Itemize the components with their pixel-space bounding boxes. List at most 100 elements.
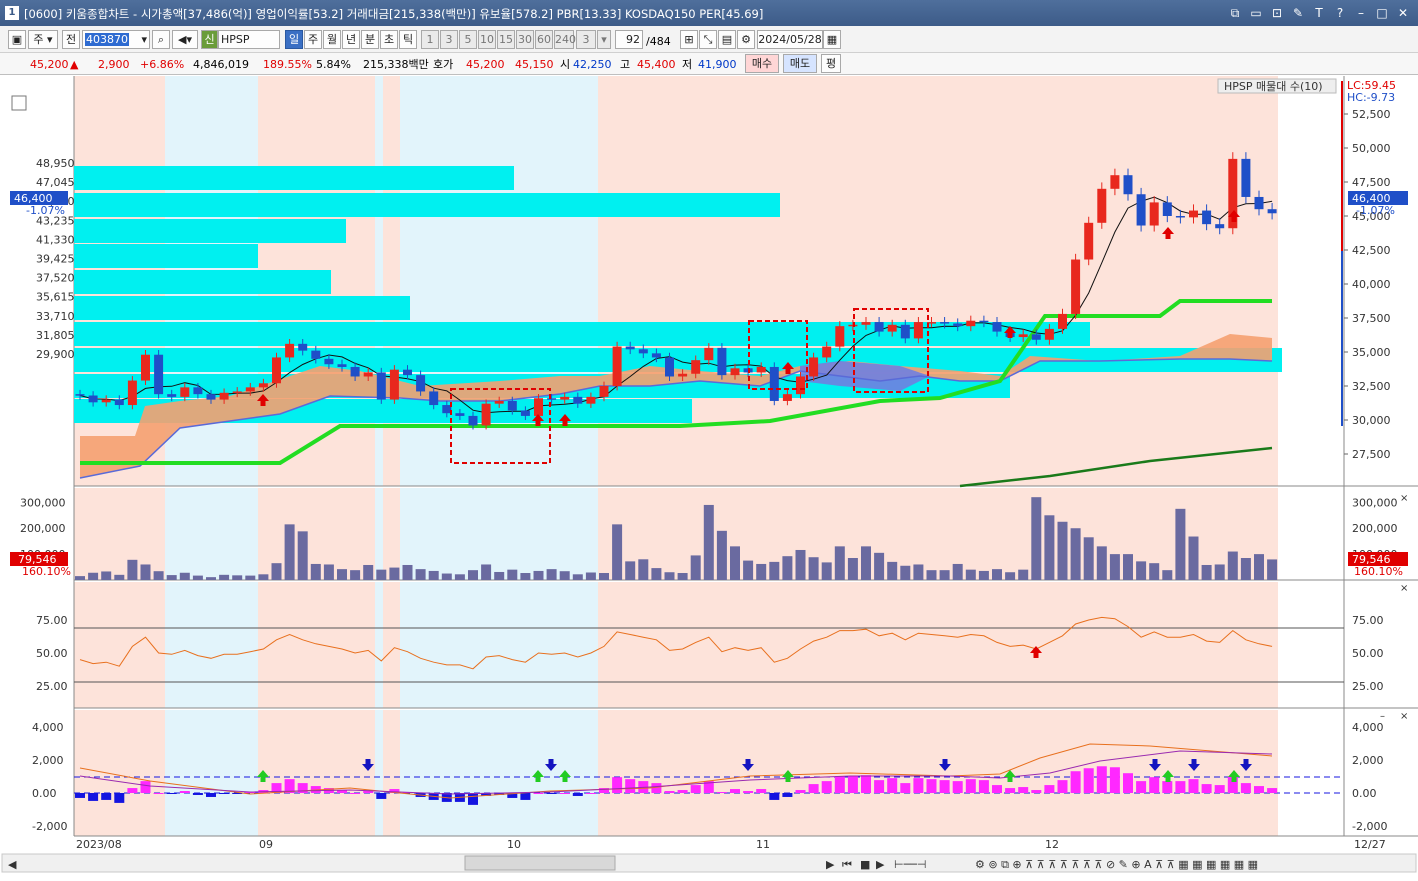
- volume-bar: [1044, 515, 1055, 580]
- volume-bar: [389, 567, 400, 580]
- buy-button[interactable]: 매수: [745, 54, 779, 73]
- tab-tick[interactable]: 틱: [399, 30, 417, 49]
- volume-label-left: 300,000: [20, 496, 66, 509]
- chart-svg[interactable]: 300,000300,000200,000200,000100,000100,0…: [0, 76, 1418, 878]
- volume-bar: [651, 568, 662, 580]
- interval-input[interactable]: 3: [576, 30, 596, 49]
- macd-histogram-bar: [1096, 766, 1107, 793]
- panel-blue-zone-a: [165, 488, 258, 580]
- panel-future-zone: [1278, 76, 1344, 486]
- volume-profile-band: [74, 166, 514, 190]
- font-icon[interactable]: T: [1310, 5, 1328, 21]
- open-price: 42,250: [573, 58, 612, 71]
- volume-bar: [323, 564, 334, 580]
- scroll-right-icon[interactable]: ▶: [826, 858, 835, 871]
- play-next-icon[interactable]: ▶: [876, 858, 885, 871]
- tab-week[interactable]: 주: [304, 30, 322, 49]
- interval-5[interactable]: 5: [459, 30, 477, 49]
- chart-area[interactable]: 300,000300,000200,000200,000100,000100,0…: [0, 76, 1418, 878]
- interval-10[interactable]: 10: [478, 30, 496, 49]
- volume-bar: [219, 574, 230, 580]
- candle-body: [796, 376, 805, 395]
- macd-histogram-bar: [350, 793, 361, 794]
- stop-icon[interactable]: ■: [860, 858, 870, 871]
- candle-body: [1215, 224, 1225, 229]
- candle-body: [376, 372, 386, 400]
- save-icon[interactable]: ▤: [718, 30, 736, 49]
- stock-name-field[interactable]: HPSP: [218, 30, 280, 49]
- high-price: 45,400: [637, 58, 676, 71]
- play-first-icon[interactable]: ⏮: [842, 858, 852, 871]
- panel-settings-icon: [11, 95, 27, 111]
- macd-histogram-bar: [1254, 786, 1264, 793]
- eval-button[interactable]: 평: [821, 54, 841, 73]
- scroll-left-icon[interactable]: ◀: [8, 858, 17, 871]
- interval-60[interactable]: 60: [535, 30, 553, 49]
- tile-icon[interactable]: ⊡: [1268, 5, 1286, 21]
- scroll-thumb[interactable]: [464, 855, 616, 871]
- interval-30[interactable]: 30: [516, 30, 534, 49]
- volume-bar: [1096, 546, 1107, 580]
- macd-label-left: 4,000: [32, 721, 64, 734]
- candle-body: [337, 364, 347, 367]
- interval-1[interactable]: 1: [421, 30, 439, 49]
- macd-histogram-bar: [520, 793, 531, 800]
- layout-icon[interactable]: ▣: [8, 30, 26, 49]
- chart-window: 1 [0600] 키움종합차트 - 시가총액[37,486(억)] 영업이익률[…: [0, 0, 1418, 878]
- price-label-right: 30,000: [1352, 414, 1391, 427]
- calendar-icon[interactable]: ▦: [823, 30, 841, 49]
- volume-tag-right-pct: 160.10%: [1354, 565, 1403, 578]
- tab-second[interactable]: 초: [380, 30, 398, 49]
- all-button[interactable]: 전: [62, 30, 80, 49]
- sell-button[interactable]: 매도: [783, 54, 817, 73]
- minimize-panel-icon: –: [1380, 711, 1385, 722]
- volume-bar: [153, 571, 164, 580]
- bar-count-input[interactable]: 92: [615, 30, 643, 49]
- tab-day[interactable]: 일: [285, 30, 303, 49]
- candle-body: [311, 350, 321, 359]
- crosshair-icon[interactable]: ⤡: [699, 30, 717, 49]
- interval-240[interactable]: 240: [554, 30, 576, 49]
- interval-15[interactable]: 15: [497, 30, 515, 49]
- pin-icon[interactable]: ✎: [1289, 5, 1307, 21]
- help-icon[interactable]: ?: [1331, 5, 1349, 21]
- gear-icon[interactable]: ⚙: [737, 30, 755, 49]
- tab-month[interactable]: 월: [323, 30, 341, 49]
- panel-blue-zone-c: [400, 710, 598, 836]
- zoom-slider-icon[interactable]: ⊢──⊣: [894, 858, 926, 871]
- pin-tool-icon[interactable]: ⊞: [680, 30, 698, 49]
- interval-dropdown[interactable]: ▾: [597, 30, 611, 49]
- interval-3[interactable]: 3: [440, 30, 458, 49]
- speaker-icon[interactable]: ◀▾: [172, 30, 198, 49]
- candle-body: [835, 326, 845, 347]
- x-label-09: 09: [259, 838, 273, 851]
- candle-body: [822, 346, 832, 358]
- period-select[interactable]: 주 ▾: [28, 30, 58, 49]
- volume-bar: [756, 563, 767, 580]
- candle-body: [756, 366, 766, 373]
- search-icon[interactable]: ⌕: [152, 30, 170, 49]
- minimize-icon[interactable]: –: [1352, 5, 1370, 21]
- stock-code-input[interactable]: 403870 ▾: [82, 30, 150, 49]
- tab-minute[interactable]: 분: [361, 30, 379, 49]
- volume-bar: [127, 559, 138, 580]
- volume-bar: [808, 557, 819, 580]
- volume-bar: [1005, 572, 1016, 580]
- macd-histogram-bar: [1214, 785, 1225, 793]
- tab-year[interactable]: 년: [342, 30, 360, 49]
- macd-histogram-bar: [1005, 788, 1016, 793]
- minimize-group-icon[interactable]: ▭: [1247, 5, 1265, 21]
- close-icon[interactable]: ✕: [1394, 5, 1412, 21]
- chevron-down-icon[interactable]: ▾: [141, 31, 149, 48]
- date-input[interactable]: 2024/05/28: [757, 30, 823, 49]
- macd-histogram-bar: [913, 778, 924, 793]
- macd-histogram-bar: [559, 793, 570, 794]
- volume-bar: [743, 560, 754, 580]
- macd-histogram-bar: [900, 783, 911, 793]
- drawing-tools-icon[interactable]: ⚙ ⊚ ⧉ ⊕ ⊼ ⊼ ⊼ ⊼ ⊼ ⊼ ⊼ ⊘ ✎ ⊕ A ⊼ ⊼ ▦ ▦ ▦ …: [975, 858, 1258, 871]
- volume-bar: [939, 570, 950, 580]
- price-label-right: 35,000: [1352, 346, 1391, 359]
- volume-profile-band: [74, 322, 1090, 346]
- restore-icon[interactable]: ⧉: [1226, 5, 1244, 21]
- maximize-icon[interactable]: □: [1373, 5, 1391, 21]
